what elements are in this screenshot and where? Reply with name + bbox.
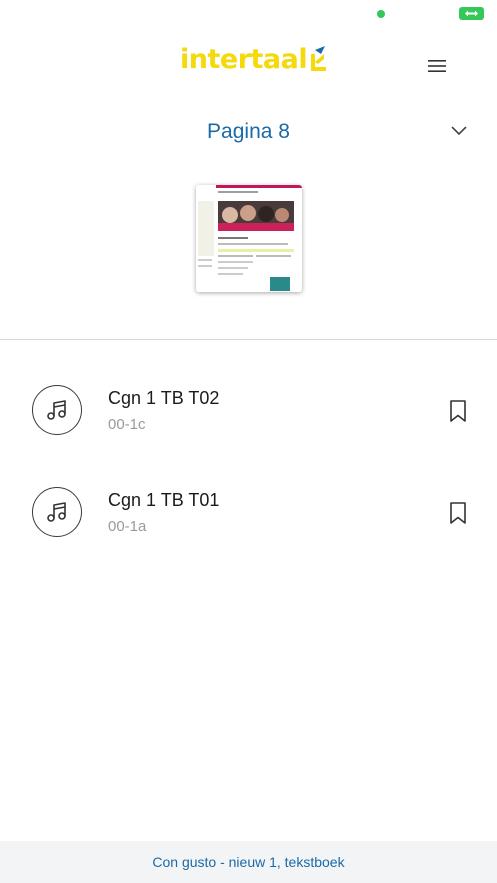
logo-text: intertaal xyxy=(180,44,308,75)
track-code: 00-1c xyxy=(108,416,146,433)
chevron-down-icon[interactable] xyxy=(450,125,468,137)
music-note-icon[interactable] xyxy=(32,487,82,537)
intertaal-logo: intertaal xyxy=(180,46,327,73)
page-thumbnail-image xyxy=(196,185,302,292)
bookmark-icon[interactable] xyxy=(447,399,469,423)
app-header: intertaal xyxy=(0,28,497,100)
track-title: Cgn 1 TB T01 xyxy=(108,490,220,510)
battery-charging-icon xyxy=(459,7,484,20)
list-item[interactable]: Cgn 1 TB T01 00-1a xyxy=(0,461,497,563)
hamburger-menu-icon[interactable] xyxy=(424,56,450,76)
list-item[interactable]: Cgn 1 TB T02 00-1c xyxy=(0,359,497,461)
divider xyxy=(0,339,497,340)
book-footer[interactable]: Con gusto - nieuw 1, tekstboek xyxy=(0,841,497,883)
recording-indicator-dot xyxy=(377,10,385,18)
track-title: Cgn 1 TB T02 xyxy=(108,388,220,408)
track-code: 00-1a xyxy=(108,518,147,535)
music-note-icon[interactable] xyxy=(32,385,82,435)
logo-mark-icon xyxy=(311,46,327,71)
bookmark-icon[interactable] xyxy=(447,501,469,525)
page-title: Pagina 8 xyxy=(207,120,290,143)
page-thumbnail[interactable] xyxy=(196,185,302,292)
page-selector[interactable]: Pagina 8 xyxy=(0,108,497,158)
track-list: Cgn 1 TB T02 00-1c Cgn 1 TB T01 00-1a xyxy=(0,359,497,563)
status-bar xyxy=(0,0,497,28)
book-title: Con gusto - nieuw 1, tekstboek xyxy=(152,854,345,870)
